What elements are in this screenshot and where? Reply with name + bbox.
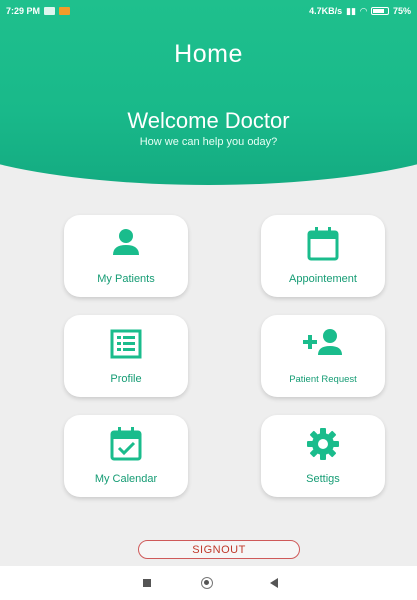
gear-icon bbox=[261, 425, 385, 463]
patient-request-label: Patient Request bbox=[289, 374, 357, 385]
network-speed: 4.7KB/s bbox=[309, 6, 343, 16]
app-notification-icon bbox=[59, 7, 71, 15]
profile-button[interactable]: Profile bbox=[64, 315, 188, 397]
patient-request-button[interactable]: Patient Request bbox=[261, 315, 385, 397]
home-circle-icon[interactable] bbox=[201, 577, 213, 589]
mail-notification-icon bbox=[44, 7, 56, 15]
person-icon bbox=[64, 225, 188, 263]
calendar-check-icon bbox=[64, 425, 188, 463]
my-calendar-button[interactable]: My Calendar bbox=[64, 415, 188, 497]
my-patients-button[interactable]: My Patients bbox=[64, 215, 188, 297]
recents-icon[interactable] bbox=[143, 579, 151, 587]
welcome-subtitle: How we can help you oday? bbox=[139, 136, 278, 148]
list-icon bbox=[64, 325, 188, 363]
my-calendar-label: My Calendar bbox=[94, 473, 158, 485]
welcome-heading: Welcome Doctor bbox=[127, 108, 290, 133]
calendar-icon bbox=[261, 225, 385, 263]
battery-icon bbox=[370, 7, 389, 15]
profile-label: Profile bbox=[110, 373, 142, 385]
settings-button[interactable]: Settigs bbox=[261, 415, 385, 497]
battery-percent: 75% bbox=[392, 6, 411, 16]
header-background bbox=[0, 0, 417, 185]
back-triangle-icon[interactable] bbox=[270, 578, 278, 588]
wifi-icon: ◠ bbox=[360, 5, 367, 16]
add-person-icon bbox=[261, 325, 385, 363]
home-screen: 7:29 PM 4.7KB/s ▮▮ ◠ 75% Home Welcome Do… bbox=[0, 0, 417, 600]
android-nav-bar bbox=[0, 566, 417, 600]
appointment-label: Appointement bbox=[289, 273, 357, 285]
signal-icon: ▮▮ bbox=[346, 5, 357, 16]
my-patients-label: My Patients bbox=[97, 273, 155, 285]
appointment-button[interactable]: Appointement bbox=[261, 215, 385, 297]
status-time: 7:29 PM bbox=[6, 6, 41, 16]
signout-button[interactable]: SIGNOUT bbox=[138, 540, 300, 559]
page-title: Home bbox=[174, 40, 243, 68]
settings-label: Settigs bbox=[306, 473, 340, 485]
status-bar: 7:29 PM 4.7KB/s ▮▮ ◠ 75% bbox=[0, 0, 417, 22]
